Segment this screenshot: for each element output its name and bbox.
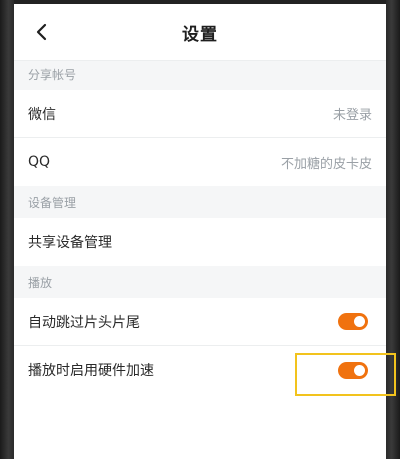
back-button[interactable] — [28, 18, 56, 46]
toggle-knob — [354, 364, 365, 376]
row-label: 自动跳过片头片尾 — [28, 314, 140, 331]
row-label: 播放时启用硬件加速 — [28, 363, 154, 379]
settings-screen: 设置 分享帐号 微信 未登录 QQ 不加糖的皮卡皮 设备管理 共享设备管理 播放… — [14, 4, 386, 459]
page-title: 设置 — [182, 24, 218, 45]
phone-bezel-right — [386, 0, 400, 459]
row-label: 共享设备管理 — [28, 235, 112, 251]
section-header-share-accounts: 分享帐号 — [14, 60, 386, 90]
chevron-left-icon — [36, 23, 47, 41]
row-auto-skip-intro-outro: 自动跳过片头片尾 — [14, 298, 386, 346]
row-shared-device-management[interactable]: 共享设备管理 — [14, 218, 386, 266]
hardware-acceleration-toggle[interactable] — [338, 361, 368, 379]
nav-bar: 设置 — [14, 4, 386, 60]
toggle-knob — [354, 316, 365, 327]
auto-skip-toggle[interactable] — [338, 313, 368, 330]
row-label: QQ — [28, 154, 51, 170]
row-value: 不加糖的皮卡皮 — [280, 156, 372, 172]
section-header-playback: 播放 — [14, 266, 386, 298]
row-value: 未登录 — [332, 108, 372, 123]
row-label: 微信 — [28, 106, 56, 123]
row-qq[interactable]: QQ 不加糖的皮卡皮 — [14, 138, 386, 186]
row-hardware-acceleration: 播放时启用硬件加速 — [14, 346, 386, 394]
row-wechat[interactable]: 微信 未登录 — [14, 90, 386, 138]
phone-bezel-left — [0, 0, 14, 459]
section-header-device-management: 设备管理 — [14, 186, 386, 218]
